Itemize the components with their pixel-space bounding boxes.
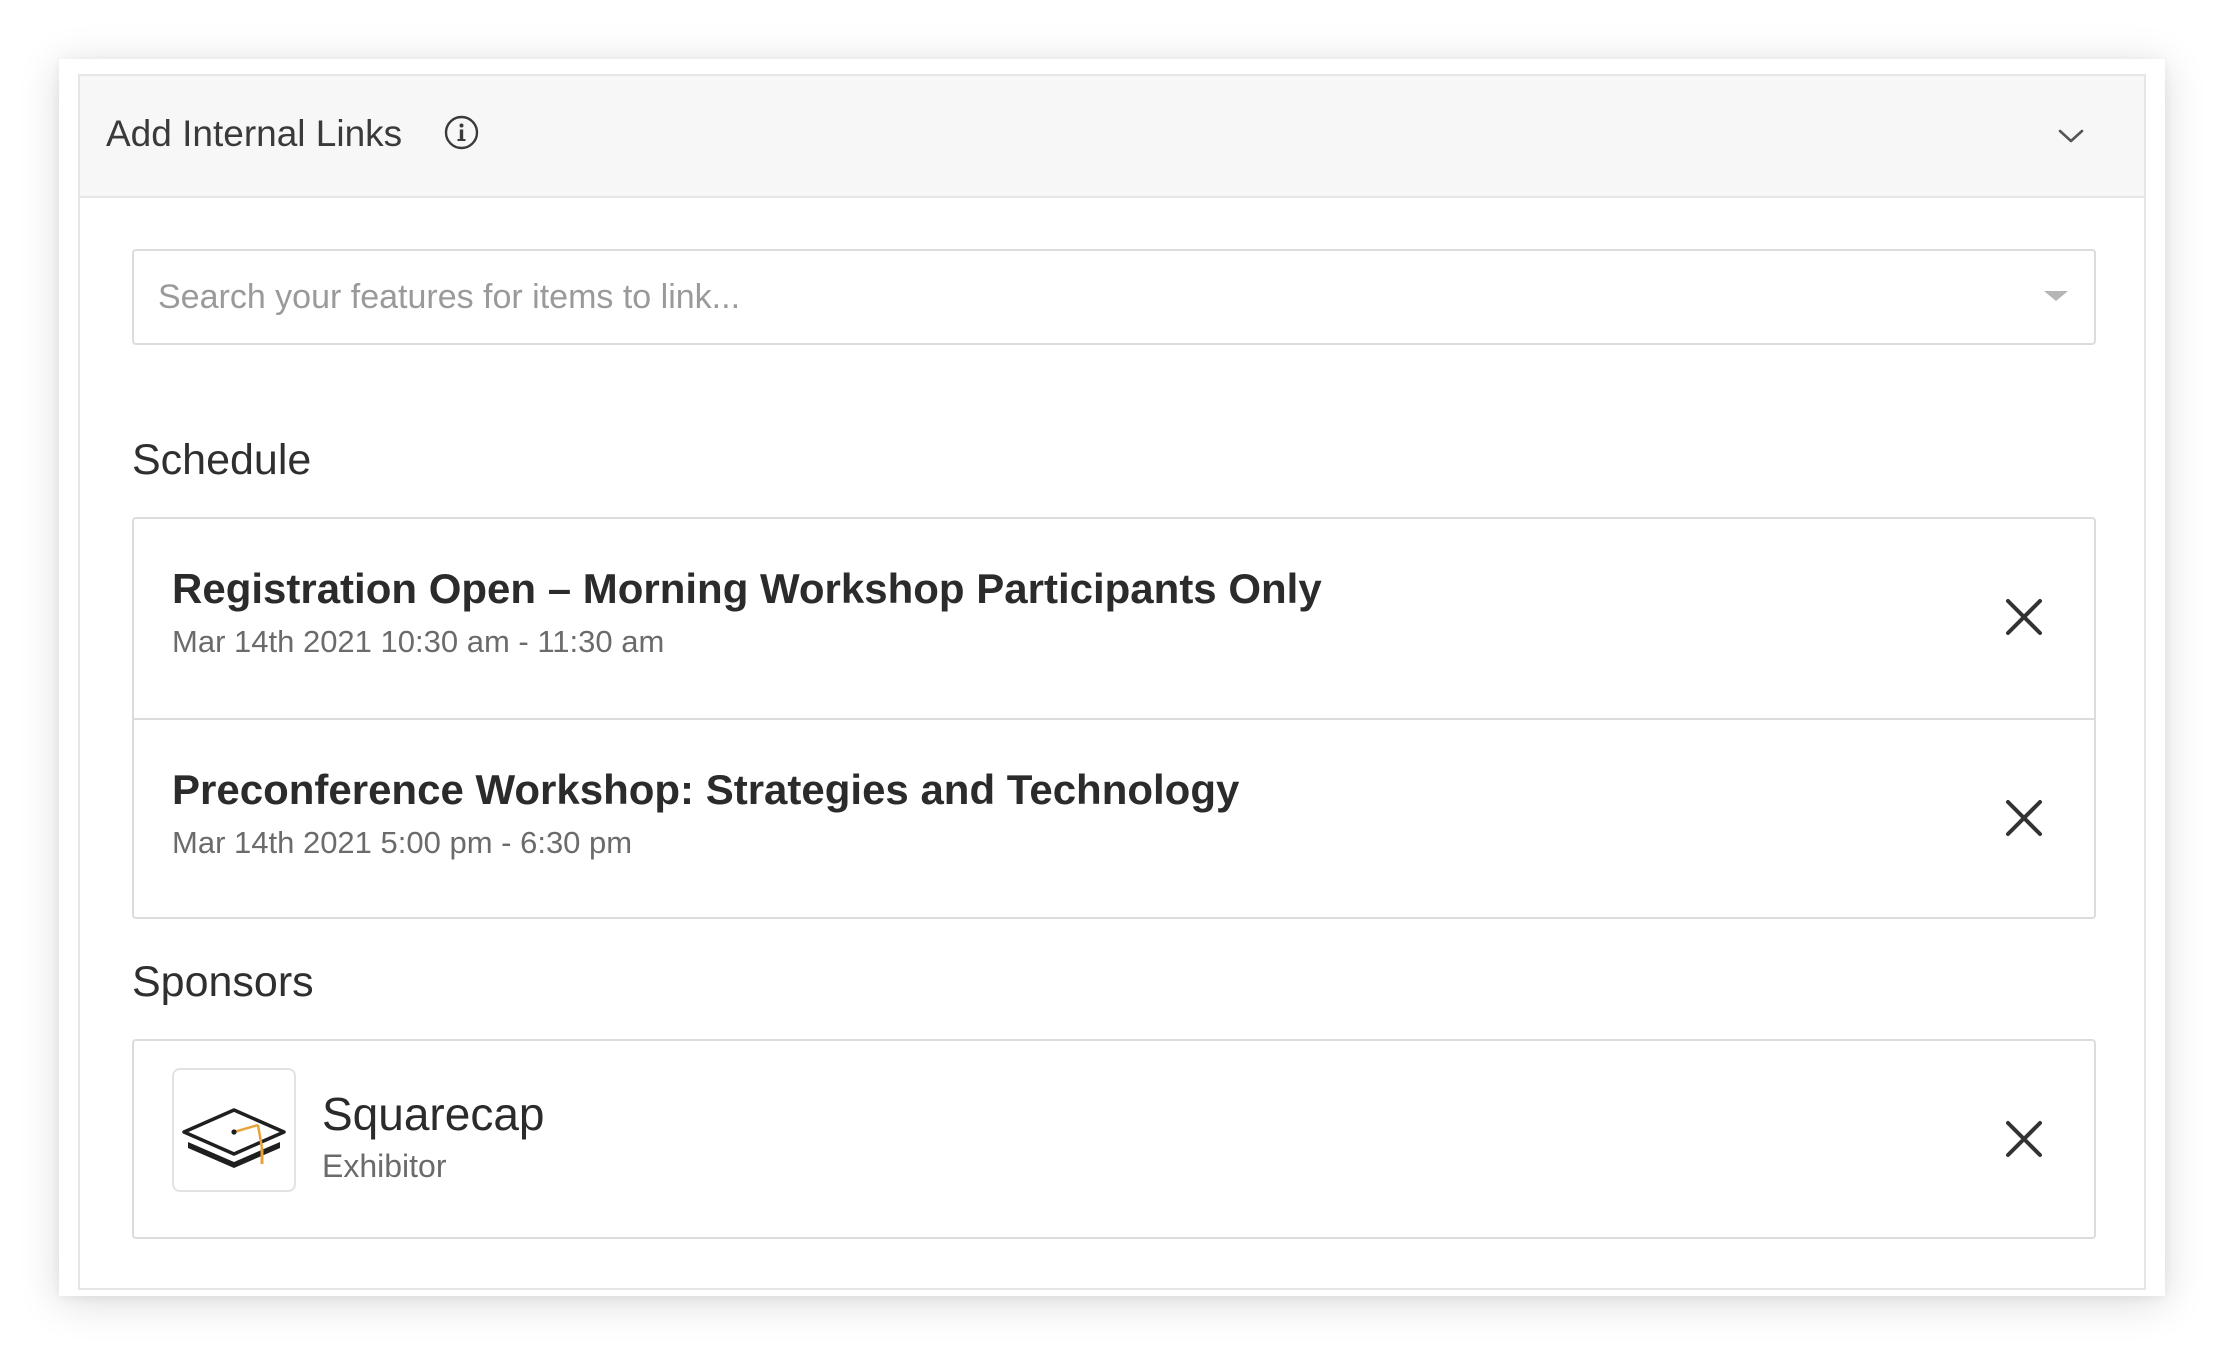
schedule-heading: Schedule [132, 436, 312, 484]
close-icon[interactable] [2002, 595, 2046, 639]
close-icon[interactable] [2002, 796, 2046, 840]
schedule-item-title: Registration Open – Morning Workshop Par… [172, 565, 1322, 612]
schedule-item-time: Mar 14th 2021 5:00 pm - 6:30 pm [172, 825, 633, 860]
close-icon[interactable] [2002, 1117, 2046, 1161]
schedule-list: Registration Open – Morning Workshop Par… [132, 517, 2096, 919]
panel-header[interactable]: Add Internal Links [80, 76, 2144, 198]
schedule-item-title: Preconference Workshop: Strategies and T… [172, 766, 1240, 813]
sponsor-type: Exhibitor [322, 1148, 447, 1184]
schedule-item: Registration Open – Morning Workshop Par… [134, 519, 2094, 718]
sponsor-logo [172, 1068, 296, 1192]
sponsors-list: Squarecap Exhibitor [132, 1039, 2096, 1239]
sponsors-heading: Sponsors [132, 958, 314, 1006]
search-input[interactable] [158, 251, 2018, 343]
internal-links-panel: Add Internal Links Schedule Registration… [78, 74, 2146, 1290]
info-circle-icon[interactable] [444, 115, 479, 150]
panel-title: Add Internal Links [106, 113, 403, 154]
search-dropdown[interactable] [132, 249, 2096, 345]
sponsor-item: Squarecap Exhibitor [134, 1041, 2094, 1237]
graduation-cap-icon [182, 1108, 286, 1168]
chevron-down-icon[interactable] [2056, 126, 2086, 146]
schedule-item-time: Mar 14th 2021 10:30 am - 11:30 am [172, 624, 665, 659]
sponsor-name: Squarecap [322, 1088, 545, 1140]
caret-down-icon[interactable] [2044, 291, 2068, 301]
schedule-item: Preconference Workshop: Strategies and T… [134, 718, 2094, 917]
